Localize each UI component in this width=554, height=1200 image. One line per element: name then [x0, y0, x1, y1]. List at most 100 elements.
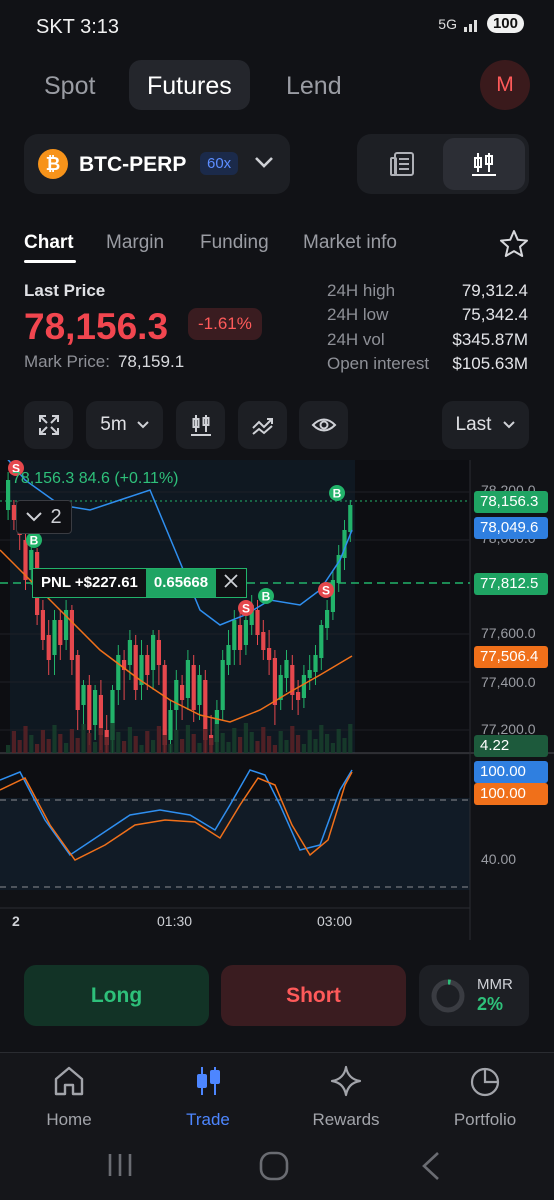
price-source-select[interactable]: Last: [442, 401, 529, 449]
volume-bar: [307, 730, 312, 753]
battery-level: 100: [486, 14, 524, 33]
indicators-button[interactable]: [238, 401, 287, 449]
tab-spot[interactable]: Spot: [26, 60, 113, 110]
market-selector[interactable]: ₿ BTC-PERP 60x: [24, 134, 290, 194]
volume-bar: [272, 745, 277, 753]
volume-bar: [238, 737, 243, 753]
candle-body: [197, 675, 202, 705]
nav-portfolio[interactable]: Portfolio: [430, 1065, 540, 1130]
volume-bar: [296, 735, 301, 753]
candle-body: [58, 620, 63, 645]
volume-bar: [29, 735, 34, 753]
volume-bar: [145, 731, 150, 753]
portfolio-icon: [470, 1067, 500, 1097]
volume-bar: [133, 736, 138, 753]
volume-bar: [139, 745, 144, 753]
nav-home[interactable]: Home: [14, 1065, 124, 1130]
volume-bar: [313, 739, 318, 753]
nav-label: Trade: [186, 1110, 230, 1129]
volume-bar: [104, 737, 109, 753]
candle-body: [133, 645, 138, 690]
rewards-icon: [330, 1065, 362, 1097]
osc-tick: 40.00: [481, 851, 517, 867]
pnl-position-label[interactable]: PNL +$227.61 0.65668: [32, 568, 248, 598]
recent-apps-icon[interactable]: [105, 1152, 135, 1178]
document-icon: [390, 152, 414, 176]
tab-funding[interactable]: Funding: [200, 232, 269, 254]
visibility-button[interactable]: [299, 401, 348, 449]
ohlc-readout: 78,156.3 84.6 (+0.11%): [12, 470, 179, 487]
volume-bar: [23, 726, 28, 753]
candle-body: [116, 655, 121, 690]
nav-rewards[interactable]: Rewards: [291, 1065, 401, 1130]
candle-body: [307, 670, 312, 678]
osc-blue-tag: 100.00: [474, 761, 548, 783]
candle-body: [127, 640, 132, 665]
volume-bar: [209, 738, 214, 753]
close-position-button[interactable]: [216, 569, 246, 597]
last-price-tag: 78,156.3: [474, 491, 548, 513]
mmr-label: MMR: [477, 976, 513, 993]
candle-body: [87, 685, 92, 730]
stat-label: Open interest: [327, 354, 430, 373]
stat-label: 24H vol: [327, 330, 385, 349]
tab-market-info[interactable]: Market info: [303, 232, 397, 254]
volume-bar: [319, 725, 324, 753]
candle-body: [313, 655, 318, 672]
trade-marker-label: S: [322, 584, 330, 598]
volume-bar: [243, 723, 248, 753]
volume-bar: [46, 739, 51, 753]
candle-body: [168, 710, 173, 740]
tab-chart[interactable]: Chart: [24, 232, 74, 254]
volume-bar: [151, 740, 156, 753]
chevron-down-icon: [503, 421, 516, 429]
chart-view-button[interactable]: [443, 138, 525, 190]
volume-bar: [93, 742, 98, 753]
tab-futures[interactable]: Futures: [129, 60, 250, 110]
stat-label: 24H low: [327, 305, 389, 324]
active-tab-indicator: [24, 260, 76, 263]
candle-body: [296, 692, 301, 700]
volume-bar: [69, 729, 74, 753]
interval-select[interactable]: 5m: [86, 401, 163, 449]
osc-orange-tag: 100.00: [474, 783, 548, 805]
status-icons: 5G 100: [438, 14, 524, 33]
volume-bar: [6, 745, 11, 753]
candle-body: [284, 660, 289, 678]
chart-type-button[interactable]: [176, 401, 225, 449]
fullscreen-button[interactable]: [24, 401, 73, 449]
chevron-down-icon: [136, 421, 149, 429]
candle-body: [156, 640, 161, 665]
star-icon[interactable]: [498, 228, 530, 260]
mmr-indicator[interactable]: MMR 2%: [419, 965, 529, 1026]
carrier-time: SKT 3:13: [36, 16, 120, 38]
tab-margin[interactable]: Margin: [106, 232, 164, 254]
avatar[interactable]: M: [480, 60, 530, 110]
home-button-icon[interactable]: [259, 1151, 289, 1181]
entry-price-tag: 77,812.5: [474, 573, 548, 595]
short-button[interactable]: Short: [221, 965, 406, 1026]
volume-bar: [342, 738, 347, 753]
x-tick: 01:30: [157, 913, 193, 929]
volume-bar: [52, 725, 57, 753]
candle-body: [272, 658, 277, 705]
indicator-collapse-toggle[interactable]: 2: [16, 500, 72, 534]
tab-lend[interactable]: Lend: [268, 60, 360, 110]
trade-marker-label: S: [242, 602, 250, 616]
long-button[interactable]: Long: [24, 965, 209, 1026]
price-chart[interactable]: SBBSBS 78,156.3 84.6 (+0.11%) 2 PNL +$22…: [0, 460, 554, 940]
volume-bar: [290, 726, 295, 753]
orderbook-view-button[interactable]: [361, 138, 443, 190]
volume-bar: [122, 741, 127, 753]
x-tick: 03:00: [317, 913, 353, 929]
trade-marker-label: B: [30, 534, 39, 548]
candle-body: [238, 625, 243, 650]
volume-bar: [156, 726, 161, 753]
volume-bar: [261, 727, 266, 753]
back-icon[interactable]: [420, 1151, 442, 1181]
volume-bar: [180, 739, 185, 753]
nav-trade[interactable]: Trade: [153, 1065, 263, 1130]
volume-tag: 4.22: [474, 735, 548, 757]
candle-body: [69, 610, 74, 660]
mark-price-label: Mark Price:: [24, 352, 110, 371]
